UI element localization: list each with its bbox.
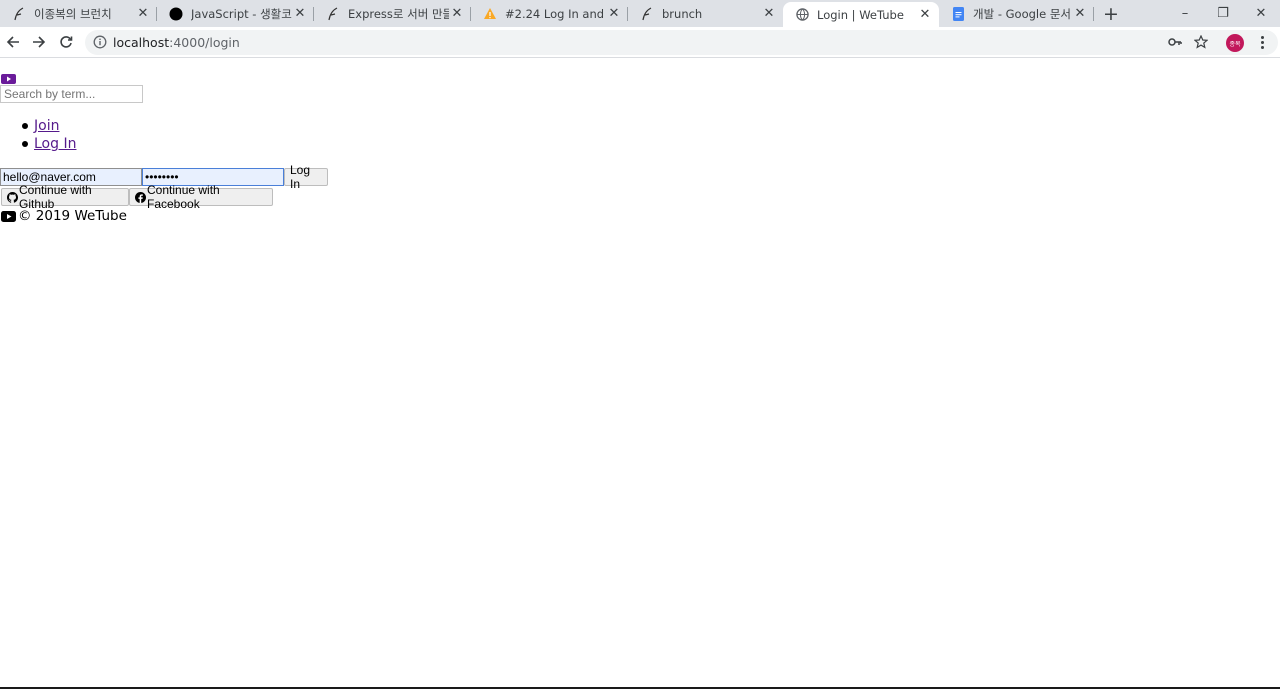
youtube-icon xyxy=(1,74,16,84)
youtube-logo-link[interactable] xyxy=(1,69,16,84)
browser-toolbar: localhost:4000/login xyxy=(0,27,1280,58)
tab-title: Login | WeTube xyxy=(817,7,904,22)
tab-close-icon[interactable]: ✕ xyxy=(761,6,777,21)
facebook-icon xyxy=(135,191,146,203)
black-circle-icon xyxy=(169,7,183,21)
tab-close-icon[interactable]: ✕ xyxy=(1072,6,1088,21)
tab-close-icon[interactable]: ✕ xyxy=(606,6,622,21)
tab-close-icon[interactable]: ✕ xyxy=(135,6,151,21)
reload-button[interactable] xyxy=(54,30,78,54)
youtube-icon xyxy=(1,210,16,222)
header-nav: Join Log In xyxy=(0,117,76,153)
tab-login-wetube[interactable]: Login | WeTube ✕ xyxy=(783,2,939,27)
key-icon[interactable] xyxy=(1168,36,1182,48)
tab-title: JavaScript - 생활코딩 xyxy=(191,6,292,21)
warning-triangle-icon xyxy=(483,7,497,21)
tab-title: 개발 - Google 문서 xyxy=(973,6,1071,21)
star-bookmark-icon[interactable] xyxy=(1194,35,1208,49)
tab-javascript-opentutorials[interactable]: JavaScript - 생활코딩 ✕ xyxy=(157,0,314,27)
address-url: localhost:4000/login xyxy=(113,35,240,50)
github-button-label: Continue with Github xyxy=(19,183,92,211)
reload-icon xyxy=(60,36,73,48)
tab-close-icon[interactable]: ✕ xyxy=(917,7,933,22)
tab-title: brunch xyxy=(662,6,703,21)
profile-avatar[interactable]: 종복 xyxy=(1226,34,1244,52)
back-button[interactable] xyxy=(1,30,25,54)
join-link[interactable]: Join xyxy=(34,118,59,134)
restore-button[interactable]: ❐ xyxy=(1204,0,1242,27)
new-tab-button[interactable]: + xyxy=(1100,3,1122,25)
page-content: Join Log In Log In Continue with Github … xyxy=(0,59,1280,689)
tab-brunch-profile[interactable]: 이종복의 브런치 ✕ xyxy=(0,0,157,27)
url-path: :4000/login xyxy=(169,35,240,50)
login-link[interactable]: Log In xyxy=(34,136,76,152)
minimize-button[interactable]: – xyxy=(1166,0,1204,27)
brunch-feather-icon xyxy=(12,6,26,21)
tab-login-and-user[interactable]: #2.24 Log In and User ✕ xyxy=(471,0,628,27)
forward-button[interactable] xyxy=(27,30,51,54)
browser-tab-strip: 이종복의 브런치 ✕ JavaScript - 생활코딩 ✕ Express로 … xyxy=(0,0,1280,27)
github-login-button[interactable]: Continue with Github xyxy=(1,183,129,211)
window-close-button[interactable]: ✕ xyxy=(1242,0,1280,27)
facebook-button-label: Continue with Facebook xyxy=(147,183,220,211)
tab-google-docs[interactable]: 개발 - Google 문서 ✕ xyxy=(939,0,1094,27)
arrow-left-icon xyxy=(6,36,19,48)
tab-close-icon[interactable]: ✕ xyxy=(292,6,308,21)
google-docs-icon xyxy=(951,6,965,21)
tab-express-server[interactable]: Express로 서버 만들기 ✕ xyxy=(314,0,471,27)
arrow-right-icon xyxy=(33,36,46,48)
login-submit-button[interactable]: Log In xyxy=(284,163,328,191)
globe-icon xyxy=(795,8,809,22)
search-input[interactable] xyxy=(0,85,143,103)
tab-title: 이종복의 브런치 xyxy=(34,6,112,21)
footer-copyright: © 2019 WeTube xyxy=(18,208,127,224)
url-host: localhost xyxy=(113,35,170,50)
tab-close-icon[interactable]: ✕ xyxy=(449,6,465,21)
nav-item-login: Log In xyxy=(0,135,76,153)
address-bar[interactable]: localhost:4000/login xyxy=(85,30,1278,55)
footer: © 2019 WeTube xyxy=(1,208,127,224)
info-icon[interactable] xyxy=(93,35,107,49)
tab-brunch[interactable]: brunch ✕ xyxy=(628,0,783,27)
github-icon xyxy=(7,191,18,203)
kebab-menu-icon[interactable] xyxy=(1254,34,1270,50)
tab-title: Express로 서버 만들기 xyxy=(348,6,449,21)
brunch-feather-icon xyxy=(326,6,340,21)
brunch-feather-icon xyxy=(640,6,654,21)
nav-item-join: Join xyxy=(0,117,76,135)
tab-title: #2.24 Log In and User xyxy=(505,6,606,21)
facebook-login-button[interactable]: Continue with Facebook xyxy=(129,183,273,211)
